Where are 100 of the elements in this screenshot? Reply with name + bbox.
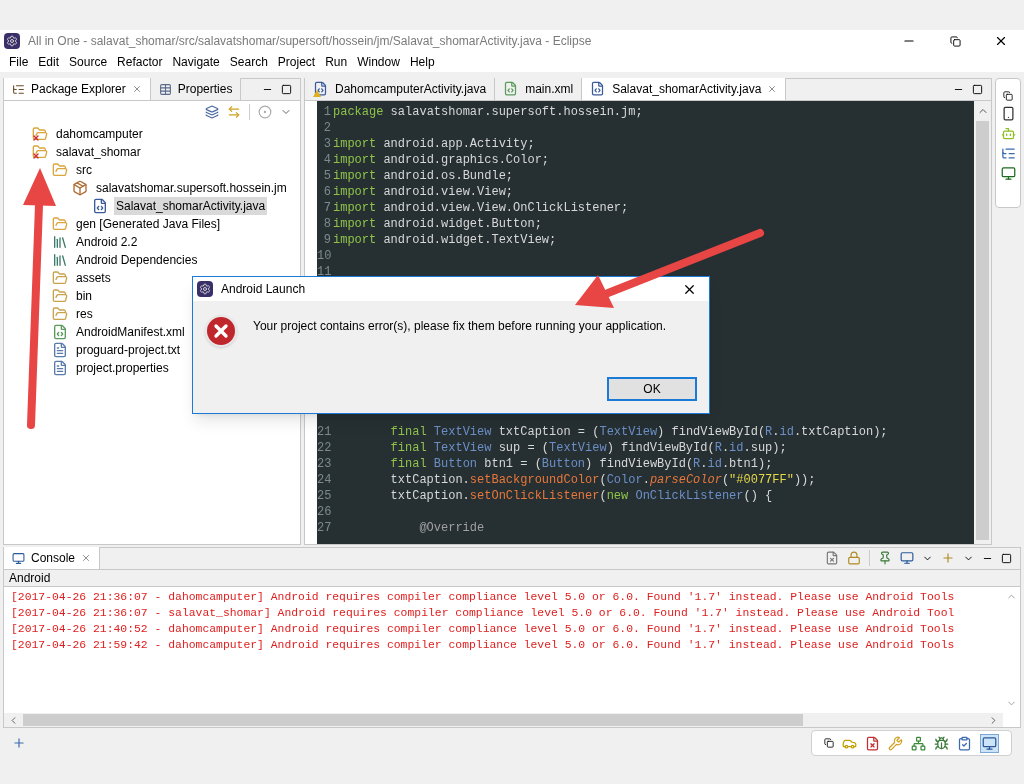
line-number: 7: [322, 200, 332, 216]
menu-item[interactable]: Window: [352, 53, 405, 71]
monitor-icon: [12, 551, 25, 565]
network-icon[interactable]: [911, 735, 926, 751]
folder-icon: [52, 270, 68, 286]
ok-button[interactable]: OK: [607, 377, 697, 401]
folder-icon: [52, 216, 68, 232]
code-line: final Button btn1 = (Button) findViewById(R.id.btn1);: [389, 456, 773, 472]
menu-item[interactable]: Edit: [33, 53, 65, 71]
maximize-icon[interactable]: [1001, 552, 1012, 564]
console-line: [2017-04-26 21:36:07 - dahomcamputer] Android requires compiler compliance level 5.0 or 6.0. Found '1.7' instead. Please use Android Tools: [11, 590, 955, 605]
line-number: 25: [317, 488, 333, 504]
code-line: import android.widget.Button;: [333, 216, 542, 232]
tree-item[interactable]: dahomcamputer: [54, 125, 145, 143]
code-line: final TextView sup = (TextView) findViewById(R.id.sup);: [389, 440, 787, 456]
line-number: 4: [322, 152, 332, 168]
console-line: [2017-04-26 21:36:07 - salavat_shomar] Android requires compiler compliance level 5.0 or 6.0. Found '1.7' instead. Please use Android Tool: [11, 606, 955, 621]
restore-icon[interactable]: [1003, 91, 1013, 101]
line-number: 1: [322, 104, 332, 120]
editor-tab[interactable]: Salavat_shomarActivity.java: [582, 78, 787, 100]
console-source: Android: [4, 570, 1020, 587]
code-file-icon: [92, 198, 108, 214]
books-icon: [52, 252, 68, 268]
tree-item[interactable]: project.properties: [74, 359, 171, 377]
menu-item[interactable]: Source: [64, 53, 113, 71]
tree-item[interactable]: src: [74, 161, 94, 179]
wrench-icon[interactable]: [888, 735, 903, 751]
tree-item[interactable]: salavat_shomar: [54, 143, 143, 161]
bug-icon[interactable]: [934, 735, 949, 751]
menu-item[interactable]: Help: [404, 53, 440, 71]
link-arrows-icon[interactable]: [227, 105, 241, 119]
document-icon: [52, 342, 68, 358]
tree-item[interactable]: Android 2.2: [74, 233, 140, 251]
clear-icon[interactable]: [825, 551, 839, 565]
panel-tab[interactable]: Properties: [150, 78, 242, 100]
code-line: txtCaption.setBackgroundColor(Color.parseColor("#0077FF"));: [389, 472, 816, 488]
line-number: 24: [317, 472, 333, 488]
code-line: import android.app.Activity;: [333, 136, 535, 152]
maximize-icon[interactable]: [281, 83, 292, 95]
line-number: 26: [317, 504, 333, 520]
folder-error-icon: [32, 144, 48, 160]
code-line: import android.view.View.OnClickListener;: [333, 200, 629, 216]
tree-item[interactable]: salavatshomar.supersoft.hossein.jm: [94, 179, 289, 197]
panel-tab[interactable]: Package Explorer: [4, 78, 151, 100]
new-item-icon[interactable]: [12, 736, 26, 750]
monitor-icon[interactable]: [900, 551, 914, 565]
line-number: 2: [322, 120, 332, 136]
document-icon: [52, 360, 68, 376]
code-line: final TextView txtCaption = (TextView) findViewById(R.id.txtCaption);: [389, 424, 888, 440]
tree-item[interactable]: Android Dependencies: [74, 251, 200, 269]
hierarchy-icon[interactable]: [1000, 146, 1016, 161]
phone-icon[interactable]: [1000, 106, 1016, 121]
line-number: 8: [322, 216, 332, 232]
folder-error-icon: [32, 126, 48, 142]
document-icon: [52, 324, 68, 340]
tree-item[interactable]: res: [74, 305, 95, 323]
tree-item[interactable]: assets: [74, 269, 113, 287]
code-line: import android.graphics.Color;: [333, 152, 550, 168]
folder-icon: [52, 162, 68, 178]
window-title: All in One - salavat_shomar/src/salavatshomar/supersoft/hossein/jm/Salavat_shomarActivity.java - Eclipse: [28, 33, 592, 50]
menu-item[interactable]: Navigate: [167, 53, 225, 71]
menu-item[interactable]: Search: [224, 53, 273, 71]
tree-item[interactable]: proguard-project.txt: [74, 341, 183, 359]
line-number: 9: [322, 232, 332, 248]
monitor-icon[interactable]: [980, 733, 999, 753]
package-icon: [72, 180, 88, 196]
monitor-icon[interactable]: [1000, 166, 1016, 181]
clipboard-icon[interactable]: [957, 735, 972, 751]
lock-icon[interactable]: [847, 551, 861, 565]
scrollbar[interactable]: [974, 101, 991, 544]
table-icon: [158, 82, 172, 96]
circles-icon[interactable]: [258, 105, 272, 119]
tree-item[interactable]: Salavat_shomarActivity.java: [114, 197, 268, 215]
android-icon[interactable]: [1000, 126, 1016, 141]
restore-icon[interactable]: [824, 738, 834, 748]
console-line: [2017-04-26 21:40:52 - dahomcamputer] Android requires compiler compliance level 5.0 or 6.0. Found '1.7' instead. Please use Android Tools: [11, 622, 955, 637]
collapse-all-icon[interactable]: [205, 105, 219, 119]
menu-item[interactable]: Run: [320, 53, 353, 71]
tree-icon: [12, 82, 25, 96]
maximize-icon[interactable]: [972, 83, 983, 95]
tree-item[interactable]: gen [Generated Java Files]: [74, 215, 223, 233]
line-number: 23: [317, 456, 333, 472]
line-number: 6: [322, 184, 332, 200]
editor-tab[interactable]: main.xml: [495, 78, 583, 100]
pin-icon[interactable]: [878, 551, 892, 565]
menu-item[interactable]: File: [4, 53, 34, 71]
menu-item[interactable]: Project: [272, 53, 321, 71]
console-tab[interactable]: Console: [4, 547, 101, 569]
folder-icon: [52, 306, 68, 322]
code-line: txtCaption.setOnClickListener(new OnClickListener() {: [389, 488, 773, 504]
dialog-message: Your project contains error(s), please fix them before running your application.: [253, 318, 667, 335]
line-number: 21: [317, 424, 333, 440]
tree-item[interactable]: bin: [74, 287, 94, 305]
file-error-icon[interactable]: [865, 735, 880, 751]
horizontal-scrollbar[interactable]: [4, 713, 1003, 727]
tree-item[interactable]: AndroidManifest.xml: [74, 323, 187, 341]
menu-item[interactable]: Refactor: [112, 53, 168, 71]
editor-tab[interactable]: DahomcamputerActivity.java: [305, 78, 496, 100]
line-number: 27: [317, 520, 333, 536]
code-line: import android.os.Bundle;: [333, 168, 514, 184]
